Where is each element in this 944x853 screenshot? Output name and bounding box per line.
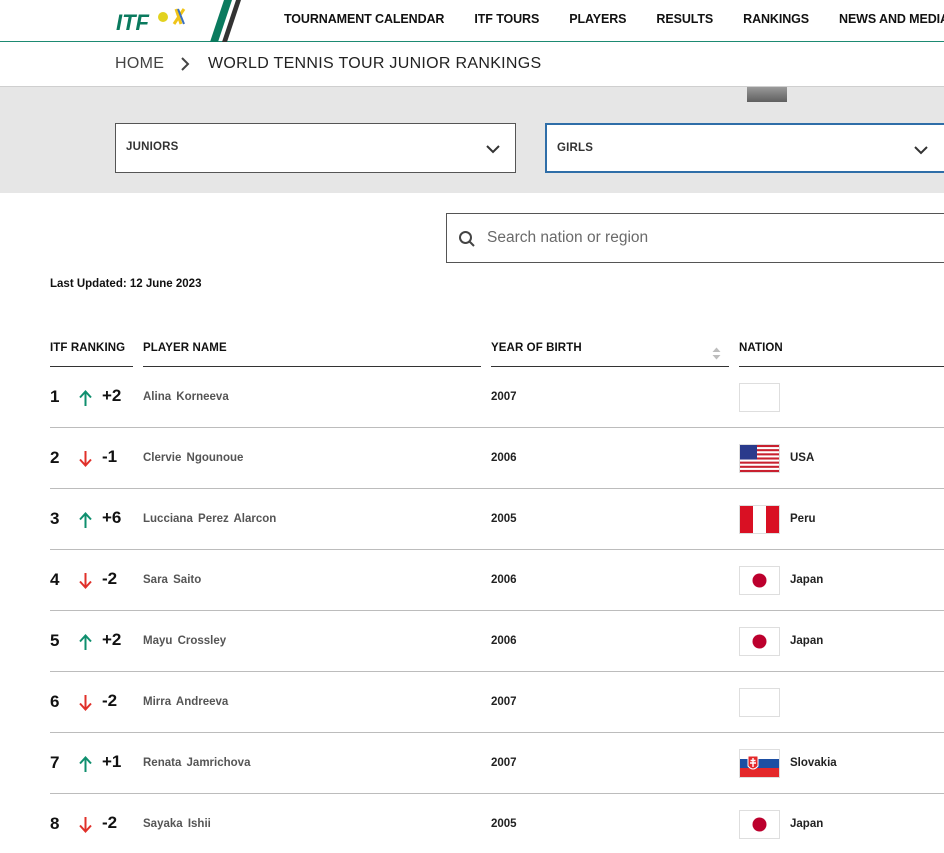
rank-movement: +2 (102, 386, 122, 405)
year-of-birth: 2006 (491, 452, 517, 464)
nav-tournament-calendar[interactable]: TOURNAMENT CALENDAR (284, 12, 444, 26)
arrow-down-icon (78, 450, 93, 468)
column-header-player: PLAYER NAME (143, 342, 227, 354)
table-row[interactable]: 2 -1 Clervie Ngounoue 2006 USA (0, 428, 944, 489)
rank-movement: -1 (102, 447, 118, 466)
nav-itf-tours[interactable]: ITF TOURS (474, 12, 539, 26)
player-name-link[interactable]: Renata Jamrichova (143, 757, 250, 769)
rank-movement: -2 (102, 569, 118, 588)
main-nav: TOURNAMENT CALENDAR ITF TOURS PLAYERS RE… (284, 12, 944, 26)
breadcrumb-current: WORLD TENNIS TOUR JUNIOR RANKINGS (208, 55, 542, 72)
column-header-yob[interactable]: YEAR OF BIRTH (491, 342, 582, 354)
itf-logo[interactable]: ITF (114, 0, 244, 42)
nation-search-box (446, 213, 944, 263)
nation-name: USA (790, 452, 815, 464)
arrow-up-icon (78, 389, 93, 407)
arrow-down-icon (78, 572, 93, 590)
nav-results[interactable]: RESULTS (656, 12, 713, 26)
rank-number: 3 (50, 509, 60, 528)
player-name-link[interactable]: Alina Korneeva (143, 391, 229, 403)
rank-number: 2 (50, 448, 60, 467)
table-row[interactable]: 3 +6 Lucciana Perez Alarcon 2005 Peru (0, 489, 944, 550)
table-row[interactable]: 5 +2 Mayu Crossley 2006 Japan (0, 611, 944, 672)
year-of-birth: 2007 (491, 696, 517, 708)
year-of-birth: 2006 (491, 574, 517, 586)
category-select-value: JUNIORS (126, 141, 179, 153)
rank-movement: +6 (102, 508, 122, 527)
year-of-birth: 2005 (491, 818, 517, 830)
arrow-down-icon (78, 816, 93, 834)
table-row[interactable]: 7 +1 Renata Jamrichova 2007 Slovakia (0, 733, 944, 794)
svg-text:ITF: ITF (116, 10, 150, 35)
arrow-down-icon (78, 694, 93, 712)
arrow-up-icon (78, 511, 93, 529)
rank-number: 1 (50, 387, 60, 406)
arrow-up-icon (78, 755, 93, 773)
flag-japan-icon (739, 627, 780, 656)
year-of-birth: 2007 (491, 757, 517, 769)
rank-movement: -2 (102, 813, 118, 832)
rank-number: 7 (50, 753, 60, 772)
player-name-link[interactable]: Mayu Crossley (143, 635, 226, 647)
rank-movement: +2 (102, 630, 122, 649)
rank-number: 4 (50, 570, 60, 589)
table-row[interactable]: 8 -2 Sayaka Ishii 2005 Japan (0, 794, 944, 853)
chevron-down-icon (913, 143, 929, 155)
chevron-right-icon (178, 56, 192, 72)
column-header-nation: NATION (739, 342, 783, 354)
player-name-link[interactable]: Lucciana Perez Alarcon (143, 513, 276, 525)
player-name-link[interactable]: Sara Saito (143, 574, 201, 586)
flag-slovakia-icon (739, 749, 780, 778)
year-of-birth: 2007 (491, 391, 517, 403)
breadcrumb: HOME WORLD TENNIS TOUR JUNIOR RANKINGS (0, 42, 944, 87)
nav-news-and-media[interactable]: NEWS AND MEDIA (839, 12, 944, 26)
rank-number: 6 (50, 692, 60, 711)
rank-movement: -2 (102, 691, 118, 710)
nation-name: Slovakia (790, 757, 837, 769)
flag-peru-icon (739, 505, 780, 534)
nation-name: Japan (790, 574, 824, 586)
scroll-handle[interactable] (747, 87, 787, 102)
nation-name: Japan (790, 635, 824, 647)
category-select[interactable]: JUNIORS (115, 123, 516, 173)
rank-number: 8 (50, 814, 60, 833)
player-name-link[interactable]: Mirra Andreeva (143, 696, 228, 708)
nav-rankings[interactable]: RANKINGS (743, 12, 809, 26)
player-name-link[interactable]: Sayaka Ishii (143, 818, 211, 830)
player-name-link[interactable]: Clervie Ngounoue (143, 452, 243, 464)
arrow-up-icon (78, 633, 93, 651)
gender-select[interactable]: GIRLS (545, 123, 944, 173)
breadcrumb-home-link[interactable]: HOME (115, 55, 164, 73)
table-row[interactable]: 6 -2 Mirra Andreeva 2007 (0, 672, 944, 733)
nation-name: Peru (790, 513, 816, 525)
flag-japan-icon (739, 566, 780, 595)
nation-name: Japan (790, 818, 824, 830)
sort-icon[interactable] (711, 346, 722, 361)
search-icon (458, 230, 476, 248)
rank-number: 5 (50, 631, 60, 650)
flag-placeholder (739, 383, 780, 412)
nav-players[interactable]: PLAYERS (569, 12, 626, 26)
column-header-rank: ITF RANKING (50, 342, 126, 354)
rank-movement: +1 (102, 752, 122, 771)
year-of-birth: 2006 (491, 635, 517, 647)
flag-placeholder (739, 688, 780, 717)
flag-japan-icon (739, 810, 780, 839)
table-row[interactable]: 4 -2 Sara Saito 2006 Japan (0, 550, 944, 611)
table-row[interactable]: 1 +2 Alina Korneeva 2007 (0, 367, 944, 428)
top-navigation-bar: ITF TOURNAMENT CALENDAR ITF TOURS PLAYER… (0, 0, 944, 42)
year-of-birth: 2005 (491, 513, 517, 525)
search-input[interactable] (487, 224, 927, 252)
gender-select-value: GIRLS (557, 142, 594, 154)
chevron-down-icon (485, 142, 501, 154)
flag-usa-icon (739, 444, 780, 473)
last-updated-text: Last Updated: 12 June 2023 (50, 278, 202, 290)
